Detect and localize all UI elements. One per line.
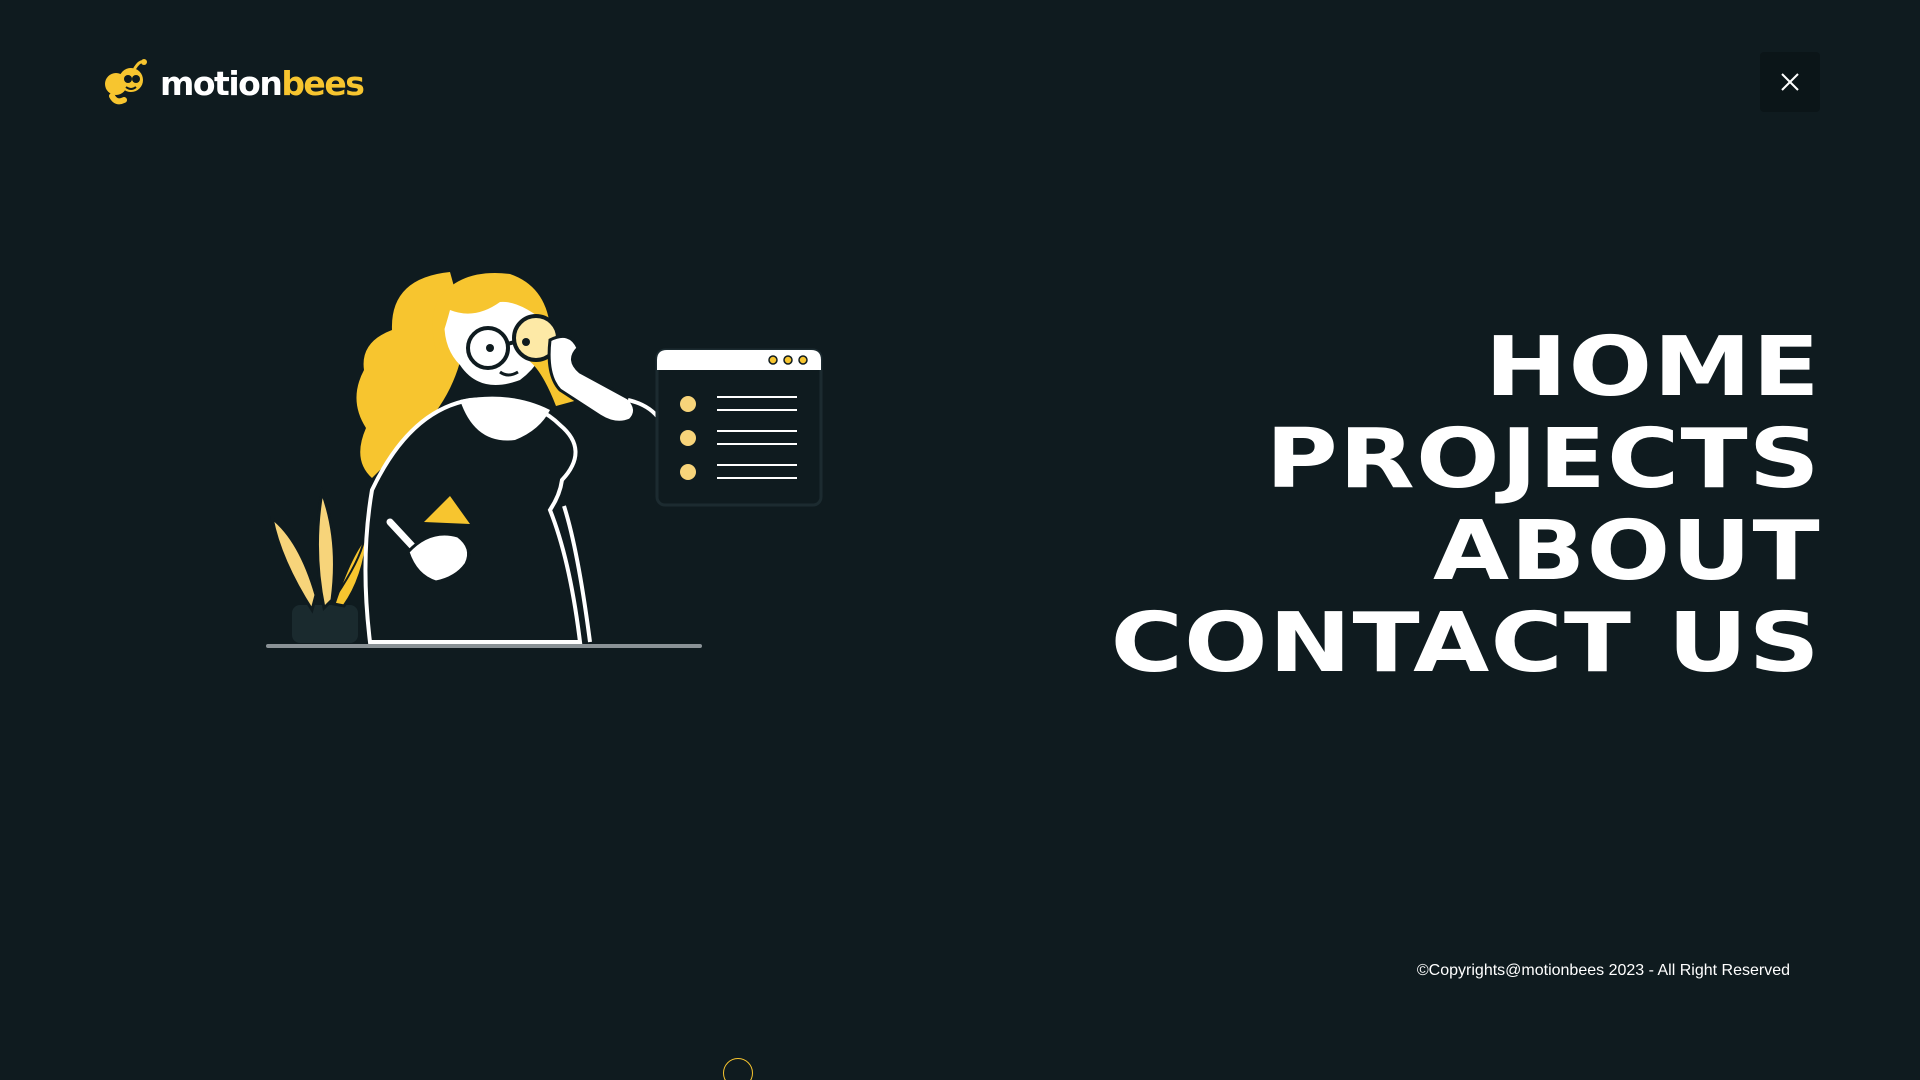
nav-item-projects[interactable]: PROJECTS [1111, 414, 1821, 506]
bee-icon [105, 59, 147, 105]
close-icon [1781, 73, 1799, 91]
nav-item-about[interactable]: ABOUT [1111, 506, 1821, 598]
close-menu-button[interactable] [1760, 52, 1820, 112]
nav-item-contact-us[interactable]: CONTACT US [1111, 598, 1821, 690]
nav-item-home[interactable]: HOME [1111, 322, 1821, 414]
main-nav: HOME PROJECTS ABOUT CONTACT US [1111, 322, 1821, 690]
brand-name-part1: motion [160, 63, 283, 103]
brand-name-part2: bees [281, 63, 365, 103]
woman-with-glasses-illustration [266, 272, 823, 648]
copyright-text: ©Copyrights@motionbees 2023 - All Right … [1416, 962, 1790, 979]
brand-logo[interactable]: motionbees [100, 56, 365, 110]
cursor-circle [723, 1058, 753, 1080]
brand-wordmark: motionbees [160, 63, 365, 103]
